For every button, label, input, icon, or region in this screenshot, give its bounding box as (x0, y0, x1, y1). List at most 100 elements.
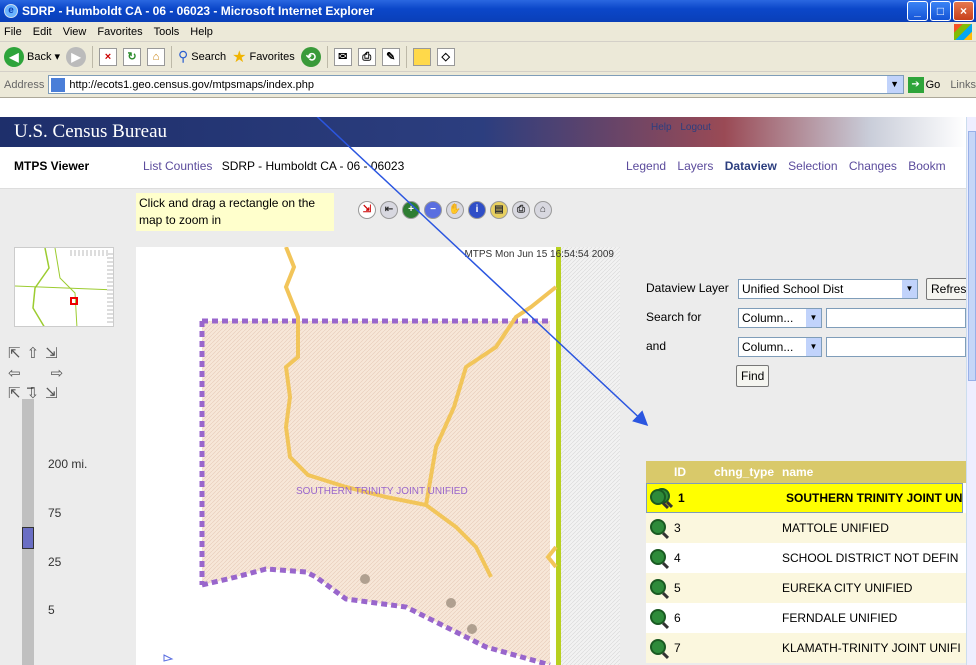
clear-icon[interactable]: ⌂ (534, 201, 552, 219)
search-label: Search (191, 50, 227, 63)
go-button[interactable]: ➔ Go (907, 76, 940, 93)
pan-west-icon[interactable]: ⇦ (8, 364, 21, 384)
zoom-slider[interactable] (22, 527, 34, 549)
scrollbar-thumb[interactable] (968, 131, 976, 381)
print-icon[interactable]: ⎙ (512, 201, 530, 219)
refresh-button[interactable]: ↻ (123, 47, 141, 66)
menu-tools[interactable]: Tools (154, 26, 180, 38)
and-column-select[interactable]: Column... ▼ (738, 337, 822, 357)
cell-name: EUREKA CITY UNIFIED (782, 581, 913, 595)
chevron-down-icon[interactable]: ▼ (886, 76, 903, 93)
cell-name: SOUTHERN TRINITY JOINT UN (786, 491, 963, 505)
logout-link[interactable]: Logout (680, 122, 711, 133)
table-row[interactable]: 6 FERNDALE UNIFIED (646, 603, 966, 633)
menu-help[interactable]: Help (190, 26, 213, 38)
pan-southwest-icon[interactable]: ⇱ (8, 384, 21, 404)
map-canvas[interactable]: SOUTHERN TRINITY JOINT UNIFIED MTPS Mon … (136, 247, 620, 665)
edit-button[interactable]: ✎ (381, 47, 400, 66)
list-counties-link[interactable]: List Counties (143, 159, 212, 173)
search-icon: ⚲ (178, 48, 189, 64)
back-button[interactable]: ◀ Back ▾ (4, 46, 60, 67)
table-row[interactable]: 1 SOUTHERN TRINITY JOINT UN (646, 483, 964, 513)
dataview-layer-label: Dataview Layer (646, 281, 729, 295)
history-button[interactable]: ⟲ (300, 46, 321, 67)
refresh-button[interactable]: Refres (926, 278, 966, 300)
full-extent-icon[interactable]: ⇲ (358, 201, 376, 219)
table-row[interactable]: 4 SCHOOL DISTRICT NOT DEFIN (646, 543, 966, 573)
search-column-select[interactable]: Column... ▼ (738, 308, 822, 328)
home-button[interactable]: ⌂ (147, 47, 165, 66)
table-row[interactable]: 7 KLAMATH-TRINITY JOINT UNIFI (646, 633, 966, 663)
close-button[interactable]: × (953, 1, 974, 21)
census-banner: U.S. Census Bureau Help Logout (0, 117, 966, 147)
vertical-scrollbar[interactable] (966, 117, 976, 665)
previous-extent-icon[interactable]: ⇤ (380, 201, 398, 219)
favorites-button[interactable]: ★ Favorites (232, 47, 295, 67)
search-input[interactable] (826, 308, 966, 328)
mail-button[interactable]: ✉ (333, 47, 352, 66)
and-column-value: Column... (742, 340, 794, 354)
zoom-to-icon[interactable] (650, 548, 666, 565)
maximize-button[interactable]: □ (930, 1, 951, 21)
map-timestamp: MTPS Mon Jun 15 16:54:54 2009 (464, 249, 614, 260)
zoom-to-icon[interactable] (650, 608, 666, 625)
pan-northwest-icon[interactable]: ⇱ (8, 344, 21, 364)
forward-button[interactable]: ▶ (66, 46, 86, 67)
cell-id: 4 (674, 551, 681, 565)
pan-hand-icon[interactable]: ✋ (446, 201, 464, 219)
menu-file[interactable]: File (4, 26, 22, 38)
layers-link[interactable]: Layers (677, 159, 713, 173)
links-button[interactable]: Links (950, 79, 976, 91)
map-tools: ⇲ ⇤ + − ✋ i ▤ ⎙ ⌂ (358, 201, 552, 219)
legend-link[interactable]: Legend (626, 159, 666, 173)
pan-southeast-icon[interactable]: ⇲ (45, 384, 58, 404)
stop-button[interactable]: × (99, 47, 117, 66)
select-icon[interactable]: ▤ (490, 201, 508, 219)
search-button[interactable]: ⚲ Search (178, 48, 226, 65)
header-id[interactable]: ID (674, 465, 714, 479)
address-input[interactable]: http://ecots1.geo.census.gov/mtpsmaps/in… (48, 75, 904, 94)
header-chng-type[interactable]: chng_type (714, 465, 782, 479)
dataview-layer-select[interactable]: Unified School Dist ▼ (738, 279, 918, 299)
zoom-to-icon[interactable] (650, 638, 666, 655)
page-icon (51, 77, 66, 92)
chevron-down-icon: ▾ (54, 51, 60, 63)
pan-northeast-icon[interactable]: ⇲ (45, 344, 58, 364)
cell-name: FERNDALE UNIFIED (782, 611, 898, 625)
windows-logo-icon (954, 24, 972, 40)
zoom-bar[interactable] (22, 399, 34, 665)
menu-view[interactable]: View (63, 26, 87, 38)
chevron-down-icon: ▼ (902, 280, 917, 298)
info-icon[interactable]: i (468, 201, 486, 219)
zoom-to-icon[interactable] (650, 488, 666, 505)
dataview-link[interactable]: Dataview (725, 159, 777, 173)
cell-id: 7 (674, 641, 681, 655)
menu-favorites[interactable]: Favorites (97, 26, 142, 38)
separator (92, 45, 93, 68)
find-button[interactable]: Find (736, 365, 770, 387)
bookmarks-link[interactable]: Bookm (908, 159, 945, 173)
selection-link[interactable]: Selection (788, 159, 837, 173)
minimize-button[interactable]: _ (907, 1, 928, 21)
messenger-button[interactable]: ◇ (436, 47, 455, 66)
print-button[interactable]: ⎙ (357, 47, 376, 66)
zoom-to-icon[interactable] (650, 518, 666, 535)
zoom-minus[interactable]: – (27, 380, 34, 394)
pan-north-icon[interactable]: ⇧ (27, 344, 40, 364)
header-name[interactable]: name (782, 465, 966, 479)
table-row[interactable]: 5 EUREKA CITY UNIFIED (646, 573, 966, 603)
map-workspace: Click and drag a rectangle on the map to… (0, 189, 966, 665)
page-content: U.S. Census Bureau Help Logout MTPS View… (0, 117, 966, 665)
menu-edit[interactable]: Edit (33, 26, 52, 38)
note-button[interactable] (412, 47, 431, 66)
overview-map[interactable] (14, 247, 114, 327)
pan-east-icon[interactable]: ⇨ (51, 364, 64, 384)
zoom-to-icon[interactable] (650, 578, 666, 595)
zoom-in-icon[interactable]: + (402, 201, 420, 219)
help-link[interactable]: Help (651, 122, 672, 133)
county-context: SDRP - Humboldt CA - 06 - 06023 (221, 159, 405, 173)
zoom-out-icon[interactable]: − (424, 201, 442, 219)
table-row[interactable]: 3 MATTOLE UNIFIED (646, 513, 966, 543)
changes-link[interactable]: Changes (849, 159, 897, 173)
and-input[interactable] (826, 337, 966, 357)
